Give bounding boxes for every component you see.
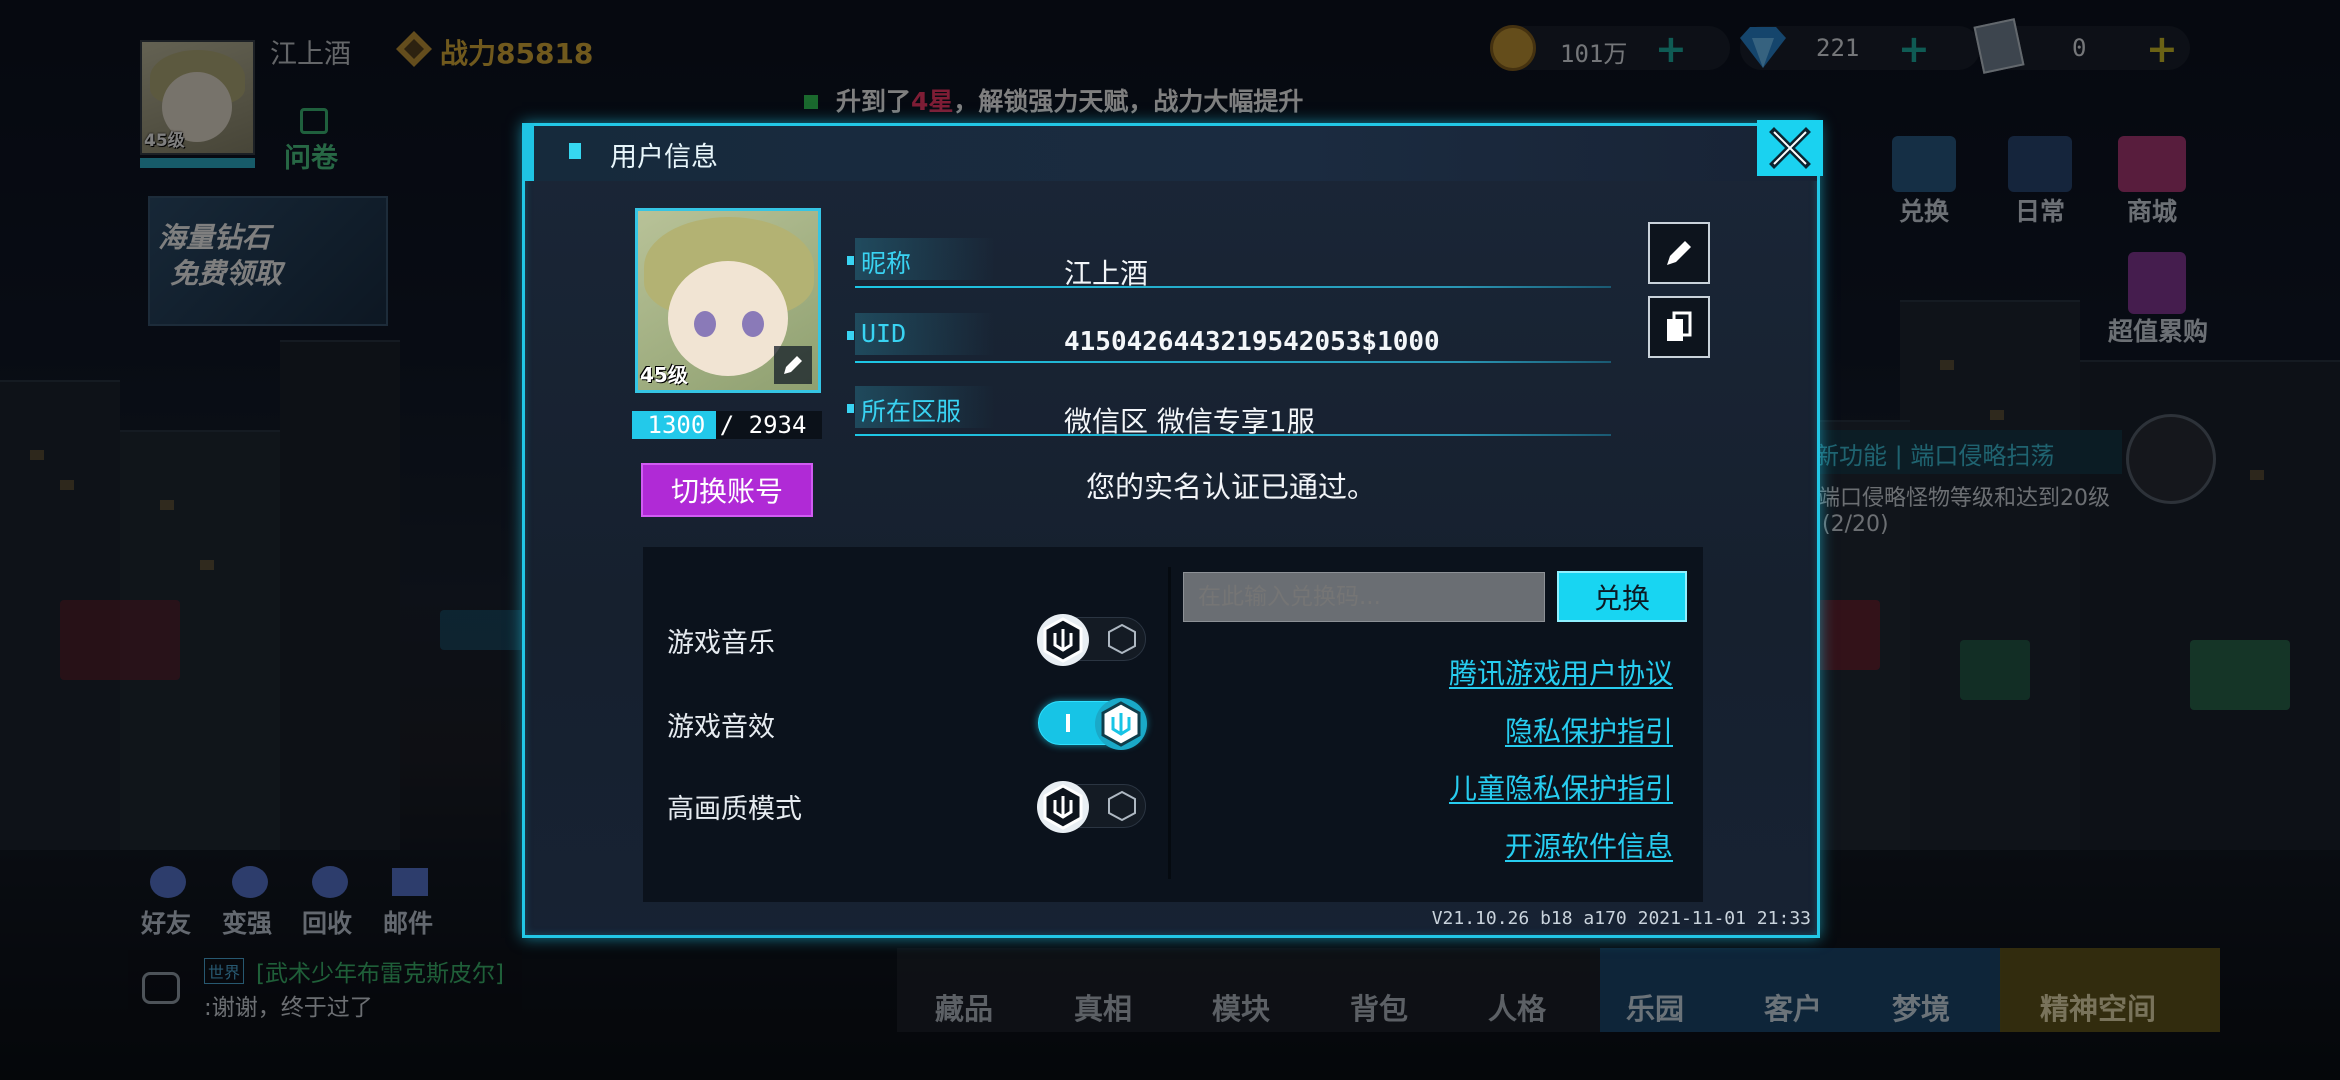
nickname-underline: [855, 286, 1611, 288]
server-label: 所在区服: [846, 392, 961, 428]
user-info-dialog: 用户信息 45级 1300 / 2934 切换账号 昵称 江上酒 UID 415…: [522, 120, 1823, 938]
dialog-titlebar: [525, 126, 1817, 181]
profile-avatar-eye-right: [742, 311, 764, 337]
server-row: 所在区服 微信区 微信专享1服: [846, 386, 1617, 438]
music-toggle[interactable]: [1037, 614, 1146, 666]
pencil-icon: [1667, 241, 1691, 265]
toggle-hex-icon: [1105, 789, 1139, 827]
toggle-knob-icon: [1037, 614, 1089, 666]
avatar-edit-button[interactable]: [774, 346, 812, 384]
sfx-label: 游戏音效: [667, 712, 775, 743]
uid-label: UID: [846, 319, 907, 348]
panel-divider: [1168, 567, 1171, 879]
music-label: 游戏音乐: [667, 628, 775, 659]
dialog-title: 用户信息: [610, 142, 718, 173]
link-user-agreement[interactable]: 腾讯游戏用户协议: [1449, 652, 1673, 692]
exp-text: 1300 / 2934: [647, 411, 807, 439]
profile-avatar[interactable]: 45级: [635, 208, 821, 393]
uid-underline: [855, 361, 1611, 363]
close-button[interactable]: [1757, 120, 1823, 176]
redeem-code-input[interactable]: [1183, 572, 1545, 622]
edit-nickname-button[interactable]: [1648, 222, 1710, 284]
exp-bar: 1300 / 2934: [632, 411, 822, 439]
nickname-row: 昵称 江上酒: [846, 238, 1617, 290]
link-open-source[interactable]: 开源软件信息: [1505, 825, 1673, 865]
switch-account-button[interactable]: 切换账号: [641, 463, 813, 517]
toggle-knob-icon: [1037, 781, 1089, 833]
toggle-knob-icon: [1095, 698, 1147, 750]
link-privacy-guide[interactable]: 隐私保护指引: [1505, 710, 1673, 750]
uid-row: UID 4150426443219542053$1000: [846, 313, 1617, 363]
settings-panel: 游戏音乐 游戏音效 高画质模式 兑换 腾讯游戏用户协议 隐私保护指引 儿童隐私保…: [643, 547, 1703, 902]
hq-mode-label: 高画质模式: [667, 794, 802, 825]
version-info: V21.10.26 b18 a170 2021-11-01 21:33: [1431, 908, 1811, 929]
redeem-button[interactable]: 兑换: [1557, 571, 1687, 622]
profile-avatar-eye-left: [694, 311, 716, 337]
nickname-label: 昵称: [846, 244, 911, 280]
toggle-hex-icon: [1105, 622, 1139, 660]
sfx-toggle[interactable]: [1038, 698, 1147, 750]
hq-mode-toggle[interactable]: [1037, 781, 1146, 833]
uid-value: 4150426443219542053$1000: [1064, 327, 1440, 357]
pencil-icon: [784, 356, 802, 374]
title-marker-icon: [569, 143, 581, 159]
link-child-privacy[interactable]: 儿童隐私保护指引: [1449, 767, 1673, 807]
dialog-corner-notch: [522, 123, 534, 181]
copy-uid-button[interactable]: [1648, 296, 1710, 358]
realname-status: 您的实名认证已通过。: [1086, 470, 1377, 504]
copy-icon: [1667, 311, 1692, 341]
profile-level: 45级: [640, 363, 688, 387]
close-icon: [1769, 127, 1811, 169]
server-underline: [855, 434, 1611, 436]
toggle-bar-icon: [1051, 706, 1085, 744]
